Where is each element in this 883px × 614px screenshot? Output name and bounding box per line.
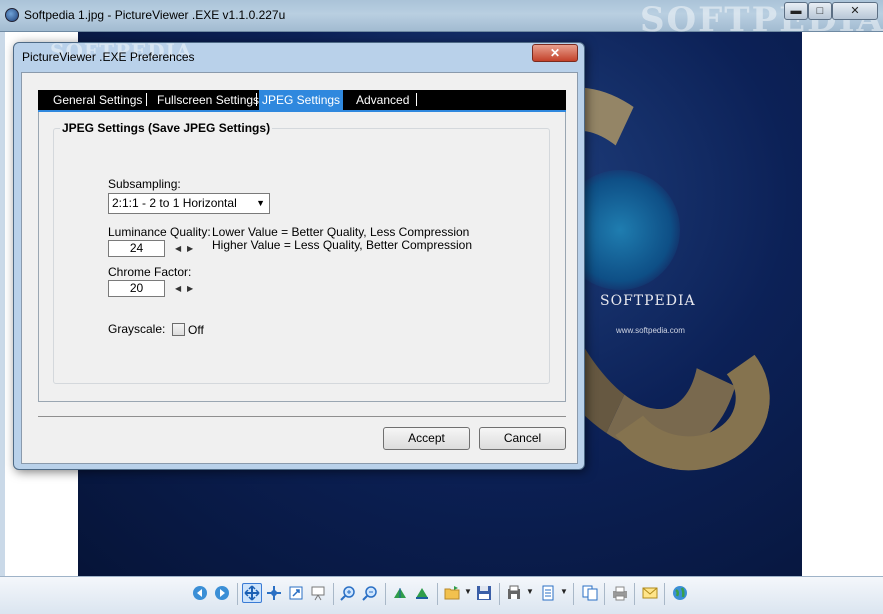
open-folder-icon[interactable] bbox=[442, 583, 462, 603]
toolbar-separator bbox=[634, 583, 635, 605]
rotate-right-icon[interactable] bbox=[412, 583, 432, 603]
save-icon[interactable] bbox=[474, 583, 494, 603]
fit-icon[interactable] bbox=[242, 583, 262, 603]
tab-separator bbox=[256, 93, 257, 106]
minimize-button[interactable]: ▬ bbox=[784, 2, 808, 20]
toolbar-separator bbox=[385, 583, 386, 605]
dialog-client-area: General Settings Fullscreen Settings JPE… bbox=[21, 72, 578, 464]
tab-jpeg-settings[interactable]: JPEG Settings bbox=[259, 90, 344, 110]
luminance-hint-higher: Higher Value = Less Quality, Better Comp… bbox=[212, 238, 473, 252]
web-icon[interactable] bbox=[670, 583, 690, 603]
zoom-out-icon[interactable] bbox=[360, 583, 380, 603]
accept-button[interactable]: Accept bbox=[383, 427, 470, 450]
preferences-dialog: SOFTPEDIA PictureViewer .EXE Preferences… bbox=[13, 39, 585, 470]
toolbar-separator bbox=[604, 583, 605, 605]
toolbar-separator bbox=[237, 583, 238, 605]
close-button[interactable]: ✕ bbox=[832, 2, 878, 20]
tab-fullscreen-settings[interactable]: Fullscreen Settings bbox=[157, 90, 259, 110]
slideshow-icon[interactable] bbox=[308, 583, 328, 603]
back-icon[interactable] bbox=[190, 583, 210, 603]
chrome-decrement-icon[interactable]: ◀ bbox=[175, 284, 181, 293]
email-icon[interactable] bbox=[640, 583, 660, 603]
chrome-increment-icon[interactable]: ▶ bbox=[187, 284, 193, 293]
subsampling-select[interactable]: 2:1:1 - 2 to 1 Horizontal ▼ bbox=[108, 193, 270, 214]
subsampling-label: Subsampling: bbox=[108, 177, 181, 191]
subsampling-value: 2:1:1 - 2 to 1 Horizontal bbox=[112, 196, 237, 210]
grayscale-state: Off bbox=[188, 323, 204, 337]
open-folder-dropdown-icon[interactable]: ▼ bbox=[464, 587, 472, 596]
chrome-factor-input[interactable]: 20 bbox=[108, 280, 165, 297]
chevron-down-icon: ▼ bbox=[256, 198, 265, 208]
tab-separator bbox=[416, 93, 417, 106]
bottom-toolbar: ▼ ▼ ▼ bbox=[0, 576, 883, 614]
actual-size-icon[interactable] bbox=[286, 583, 306, 603]
tab-advanced[interactable]: Advanced bbox=[356, 90, 409, 110]
grayscale-checkbox[interactable] bbox=[172, 323, 185, 336]
toolbar-separator bbox=[333, 583, 334, 605]
page-icon[interactable] bbox=[538, 583, 558, 603]
luminance-label: Luminance Quality: bbox=[108, 225, 211, 239]
image-logo: SOFTPEDIA bbox=[600, 293, 696, 309]
print-setup-icon[interactable] bbox=[504, 583, 524, 603]
luminance-decrement-icon[interactable]: ◀ bbox=[175, 244, 181, 253]
rotate-left-icon[interactable] bbox=[390, 583, 410, 603]
zoom-in-icon[interactable] bbox=[338, 583, 358, 603]
maximize-button[interactable]: □ bbox=[808, 2, 832, 20]
image-url: www.softpedia.com bbox=[616, 326, 685, 335]
copy-icon[interactable] bbox=[580, 583, 600, 603]
app-icon[interactable] bbox=[5, 8, 19, 22]
toolbar-separator bbox=[573, 583, 574, 605]
luminance-increment-icon[interactable]: ▶ bbox=[187, 244, 193, 253]
forward-icon[interactable] bbox=[212, 583, 232, 603]
dialog-divider bbox=[38, 416, 566, 417]
group-title: JPEG Settings (Save JPEG Settings) bbox=[60, 121, 273, 135]
toolbar-separator bbox=[437, 583, 438, 605]
grayscale-label: Grayscale: bbox=[108, 322, 166, 336]
left-strip bbox=[0, 32, 5, 576]
printer-icon[interactable] bbox=[610, 583, 630, 603]
toolbar-separator bbox=[664, 583, 665, 605]
dialog-title: PictureViewer .EXE Preferences bbox=[22, 50, 195, 64]
tab-bar: General Settings Fullscreen Settings JPE… bbox=[38, 90, 566, 110]
dialog-close-button[interactable]: ✕ bbox=[532, 44, 578, 62]
luminance-input[interactable]: 24 bbox=[108, 240, 165, 257]
print-setup-dropdown-icon[interactable]: ▼ bbox=[526, 587, 534, 596]
tab-separator bbox=[146, 93, 147, 106]
toolbar-separator bbox=[499, 583, 500, 605]
main-titlebar: Softpedia 1.jpg - PictureViewer .EXE v1.… bbox=[0, 0, 883, 40]
page-dropdown-icon[interactable]: ▼ bbox=[560, 587, 568, 596]
luminance-hint-lower: Lower Value = Better Quality, Less Compr… bbox=[212, 225, 470, 239]
cancel-button[interactable]: Cancel bbox=[479, 427, 566, 450]
tab-general-settings[interactable]: General Settings bbox=[53, 90, 142, 110]
move-icon[interactable] bbox=[264, 583, 284, 603]
jpeg-settings-panel: JPEG Settings (Save JPEG Settings) bbox=[38, 112, 566, 402]
window-title: Softpedia 1.jpg - PictureViewer .EXE v1.… bbox=[24, 8, 286, 22]
chrome-factor-label: Chrome Factor: bbox=[108, 265, 192, 279]
